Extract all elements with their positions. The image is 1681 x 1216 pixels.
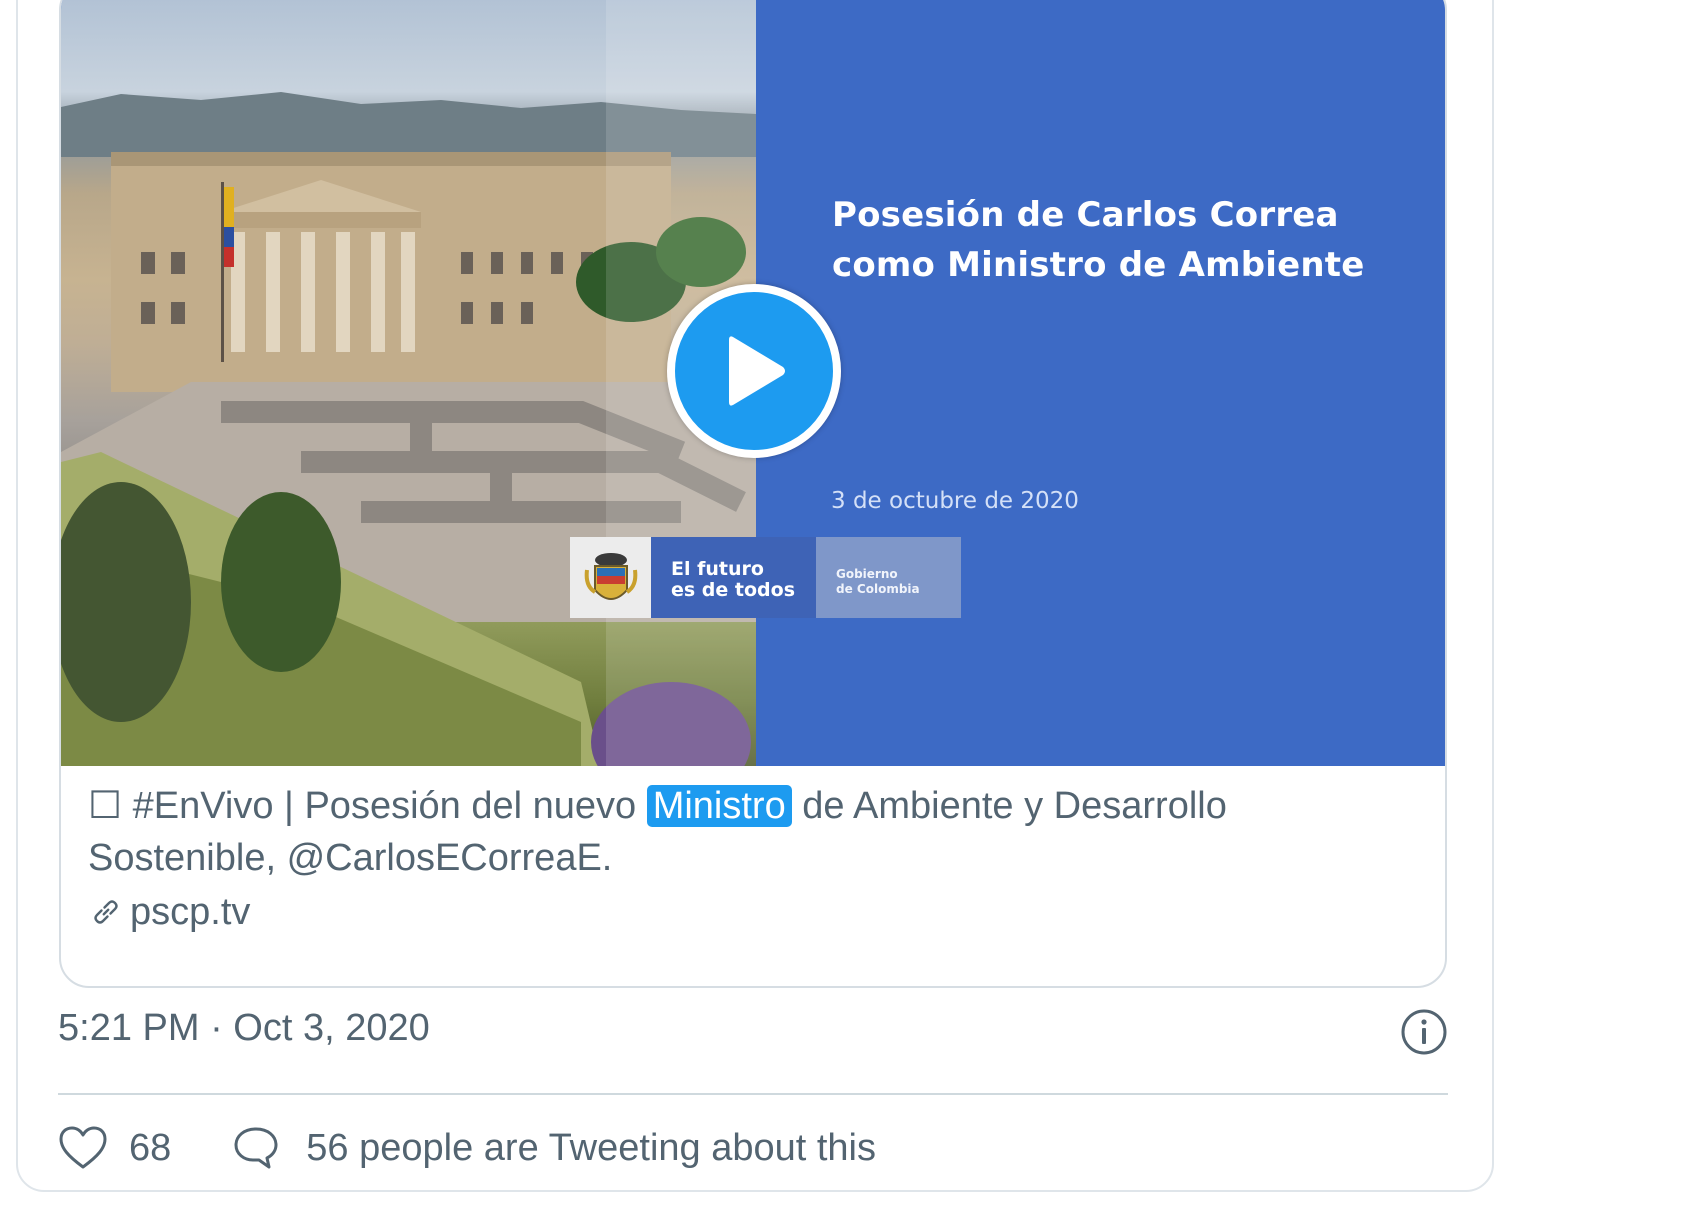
card-link[interactable]: pscp.tv <box>88 887 250 937</box>
like-count: 68 <box>129 1126 172 1169</box>
video-thumbnail-photo <box>61 0 756 766</box>
brand-motto-line1: El futuro <box>671 558 764 580</box>
link-domain: pscp.tv <box>130 891 251 933</box>
heart-icon <box>59 1126 107 1169</box>
slide-title-line2: como Ministro de Ambiente <box>832 245 1365 285</box>
brand-gov-line2: de Colombia <box>836 582 920 596</box>
coat-of-arms-icon <box>570 537 651 618</box>
search-highlight: Ministro <box>646 785 792 827</box>
slide-title-line1: Posesión de Carlos Correa <box>832 195 1339 235</box>
tweet-timestamp[interactable]: 5:21 PM · Oct 3, 2020 <box>58 1007 430 1050</box>
government-brand-bar: El futuro es de todos Gobierno de Colomb… <box>570 537 961 618</box>
video-player[interactable]: Posesión de Carlos Correa como Ministro … <box>61 0 1445 766</box>
card-text-before: ☐ #EnVivo | Posesión del nuevo <box>88 785 647 827</box>
brand-motto: El futuro es de todos <box>651 537 816 618</box>
card-description: ☐ #EnVivo | Posesión del nuevo Ministro … <box>88 780 1418 884</box>
brand-gov-line1: Gobierno <box>836 567 898 581</box>
like-button[interactable]: 68 <box>58 1125 171 1171</box>
tweeting-about-text: 56 people are Tweeting about this <box>306 1126 877 1169</box>
media-card[interactable]: Posesión de Carlos Correa como Ministro … <box>59 0 1447 988</box>
tweeting-about-link[interactable]: 56 people are Tweeting about this <box>233 1125 876 1171</box>
tweet-actions: 68 56 people are Tweeting about this <box>58 1118 876 1178</box>
brand-government: Gobierno de Colombia <box>816 537 961 618</box>
divider <box>58 1093 1448 1095</box>
slide-title: Posesión de Carlos Correa como Ministro … <box>832 190 1432 290</box>
play-button[interactable] <box>667 284 841 458</box>
speech-bubble-icon <box>234 1127 278 1169</box>
play-icon <box>729 336 785 406</box>
link-icon <box>94 900 118 924</box>
info-icon[interactable] <box>1400 1008 1448 1056</box>
brand-motto-line2: es de todos <box>671 579 796 601</box>
slide-date: 3 de octubre de 2020 <box>831 488 1079 514</box>
